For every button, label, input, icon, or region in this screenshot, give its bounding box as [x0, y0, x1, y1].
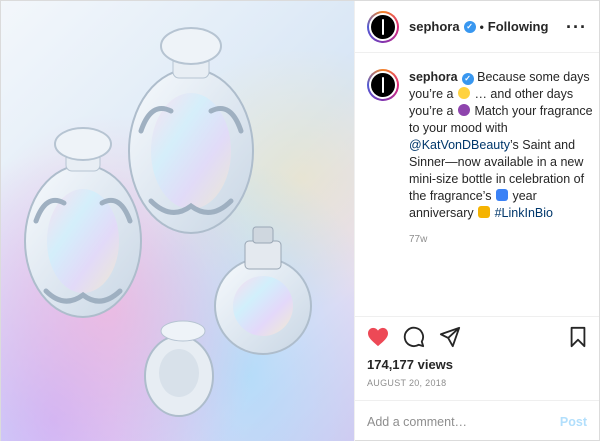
post-sidebar: sephora ✓ • Following ··· sephora ✓ Becau… [354, 1, 599, 441]
post-header: sephora ✓ • Following ··· [355, 1, 599, 53]
heart-icon[interactable] [367, 327, 389, 347]
share-icon[interactable] [439, 326, 461, 348]
action-icons [367, 325, 587, 349]
post-photo[interactable] [1, 1, 354, 441]
caption-username[interactable]: sephora [409, 70, 458, 84]
header-username[interactable]: sephora [409, 19, 460, 34]
verified-badge-icon: ✓ [463, 20, 476, 33]
angel-face-icon [457, 87, 470, 99]
caption-avatar[interactable] [367, 69, 399, 101]
instagram-post: sephora ✓ • Following ··· sephora ✓ Becau… [0, 0, 600, 441]
views-count[interactable]: 174,177 views [367, 357, 587, 372]
avatar-ring [369, 12, 397, 41]
devil-face-icon [457, 104, 470, 116]
number-one-icon [495, 189, 508, 201]
sephora-logo-icon [371, 14, 395, 39]
bookmark-icon[interactable] [569, 326, 587, 348]
caption-time[interactable]: 77w [409, 234, 596, 245]
post-comment-button[interactable]: Post [560, 415, 587, 429]
separator: • [479, 19, 484, 34]
avatar-ring [369, 71, 397, 99]
party-popper-icon [478, 206, 491, 218]
comment-icon[interactable] [403, 326, 425, 348]
caption: sephora ✓ Because some days you’re a … an… [367, 69, 593, 245]
add-comment-bar: Add a comment… Post [355, 400, 599, 441]
verified-badge-icon: ✓ [461, 73, 474, 85]
comments-area: sephora ✓ Because some days you’re a … an… [355, 53, 599, 316]
mention-link[interactable]: @KatVonDBeauty [409, 138, 510, 152]
sephora-logo-icon [371, 73, 395, 97]
following-button[interactable]: Following [488, 19, 549, 34]
perfume-bottles-illustration [24, 27, 312, 417]
hashtag-link[interactable]: #LinkInBio [495, 206, 553, 220]
comment-input[interactable]: Add a comment… [367, 415, 467, 429]
post-date: AUGUST 20, 2018 [367, 378, 447, 388]
avatar[interactable] [367, 10, 399, 43]
action-bar: 174,177 views AUGUST 20, 2018 [355, 316, 599, 388]
more-options-icon[interactable]: ··· [566, 18, 587, 36]
caption-text: sephora ✓ Because some days you’re a … an… [409, 69, 596, 222]
